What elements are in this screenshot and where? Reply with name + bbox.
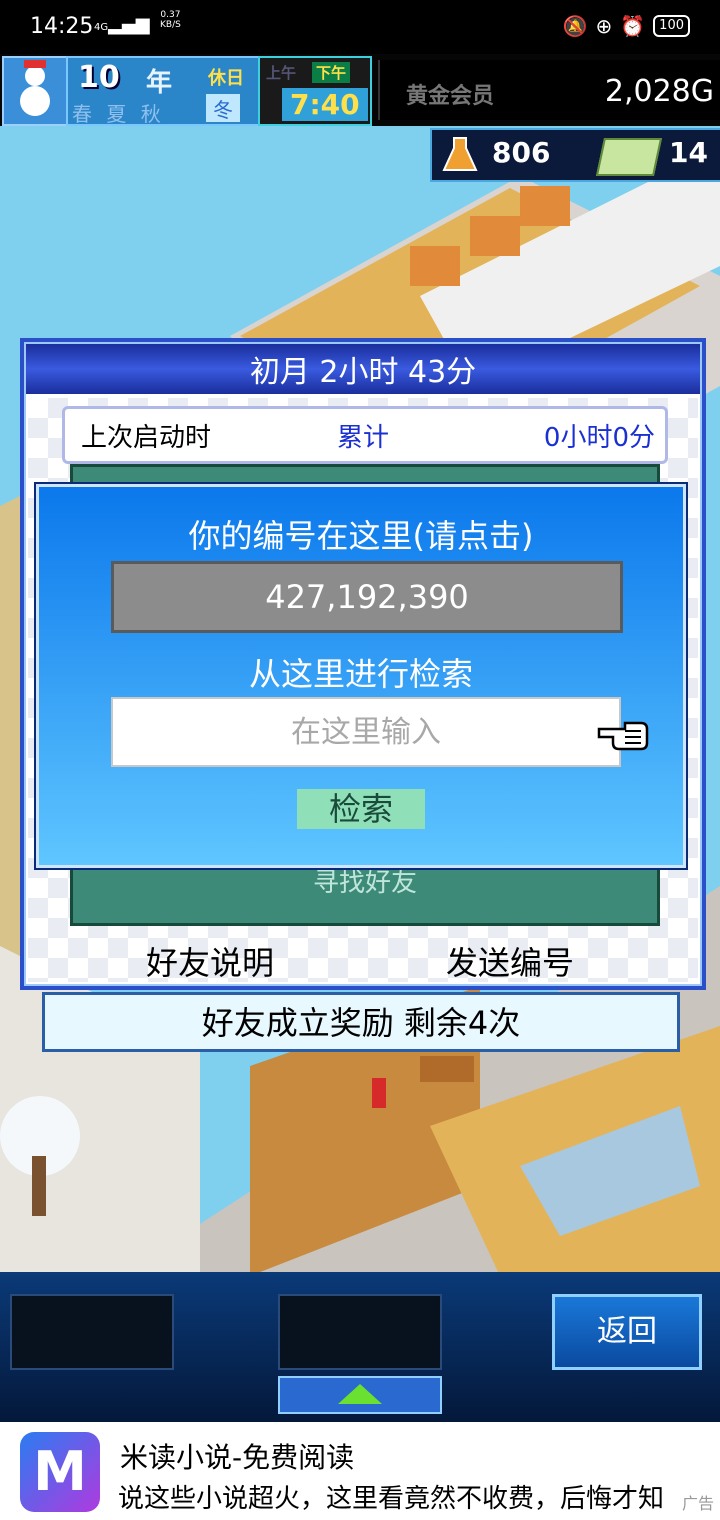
search-button[interactable]: 检索 (297, 789, 425, 829)
ad-title: 米读小说-免费阅读 (120, 1441, 355, 1474)
total-time-value: 0小时0分 (543, 423, 655, 453)
last-launch-panel: 上次启动时 累计 0小时0分 (62, 406, 668, 464)
friend-reward-bar: 好友成立奖励 剩余4次 (42, 992, 680, 1052)
clock-panel: 上午 下午 7:40 (258, 56, 372, 126)
net-speed-value: 0.37 (160, 10, 181, 20)
snow-weather-icon: 冬 (206, 94, 240, 122)
send-id-button[interactable]: 发送编号 (446, 938, 574, 984)
holiday-label: 休日 (208, 68, 244, 89)
expand-menu-button[interactable] (278, 1376, 442, 1414)
status-time: 14:25 (30, 14, 94, 39)
friend-id-input[interactable] (111, 697, 621, 767)
app-logo-icon: M (20, 1432, 100, 1512)
popup-title: 你的编号在这里(请点击) (188, 517, 534, 555)
menu-slot-center[interactable] (278, 1294, 442, 1370)
pm-label: 下午 (312, 62, 351, 83)
last-launch-label: 上次启动时 (81, 423, 212, 453)
total-label: 累计 (337, 423, 390, 453)
ticket-icon (595, 138, 663, 176)
bottom-menu: 返回 (0, 1272, 720, 1422)
ad-description: 说这些小说超火，这里看竟然不收费，后悔才知 (118, 1484, 665, 1514)
player-id-box[interactable]: 427,192,390 (111, 561, 623, 633)
search-label: 从这里进行检索 (248, 655, 473, 693)
friend-explanation-button[interactable]: 好友说明 (146, 938, 274, 984)
resources-panel: 806 14 (430, 128, 720, 182)
back-button[interactable]: 返回 (552, 1294, 702, 1370)
ad-tag: 广告 (681, 1494, 714, 1513)
year-unit: 年 (146, 68, 173, 98)
year-number: 10 (78, 60, 120, 95)
research-points: 806 (492, 136, 551, 169)
ticket-count: 14 (669, 136, 708, 169)
battery-icon: 100 (653, 15, 690, 37)
net-speed: 0.37 KB/S (160, 10, 181, 30)
game-top-bar: 10 年 休日 春 夏 秋 冬 上午 下午 7:40 黄金会员 2,028G (0, 54, 720, 126)
status-bar: 14:25 4G▂▄▆ 0.37 KB/S 🔕 ⊕ ⏰ 100 (0, 0, 720, 54)
status-icons: 🔕 ⊕ ⏰ 100 (563, 14, 690, 38)
dialog-button-row: 好友说明 发送编号 (28, 932, 698, 982)
membership-label: 黄金会员 (406, 84, 495, 109)
am-label: 上午 (266, 64, 297, 82)
gold-amount: 2,028G (604, 74, 714, 109)
lock-icon: ⊕ (595, 14, 613, 38)
mute-bell-icon: 🔕 (562, 14, 588, 38)
id-search-popup: 你的编号在这里(请点击) 427,192,390 从这里进行检索 检索 (36, 484, 686, 868)
research-flask-icon (442, 137, 478, 171)
snowman-avatar-icon[interactable] (2, 56, 68, 126)
gold-panel: 黄金会员 2,028G (378, 60, 720, 120)
net-speed-unit: KB/S (160, 20, 181, 30)
up-arrow-icon (338, 1384, 382, 1404)
pointing-hand-icon (597, 721, 649, 751)
dialog-header: 初月 2小时 43分 (26, 344, 700, 394)
game-clock: 7:40 (282, 88, 368, 121)
menu-slot-left[interactable] (10, 1294, 174, 1370)
alarm-icon: ⏰ (620, 14, 646, 38)
calendar-panel: 10 年 休日 春 夏 秋 冬 (66, 56, 260, 126)
signal-icon: 4G▂▄▆ (94, 14, 150, 35)
ad-banner[interactable]: M 米读小说-免费阅读 说这些小说超火，这里看竟然不收费，后悔才知 广告 (0, 1422, 720, 1520)
season-row: 春 夏 秋 (72, 102, 165, 126)
